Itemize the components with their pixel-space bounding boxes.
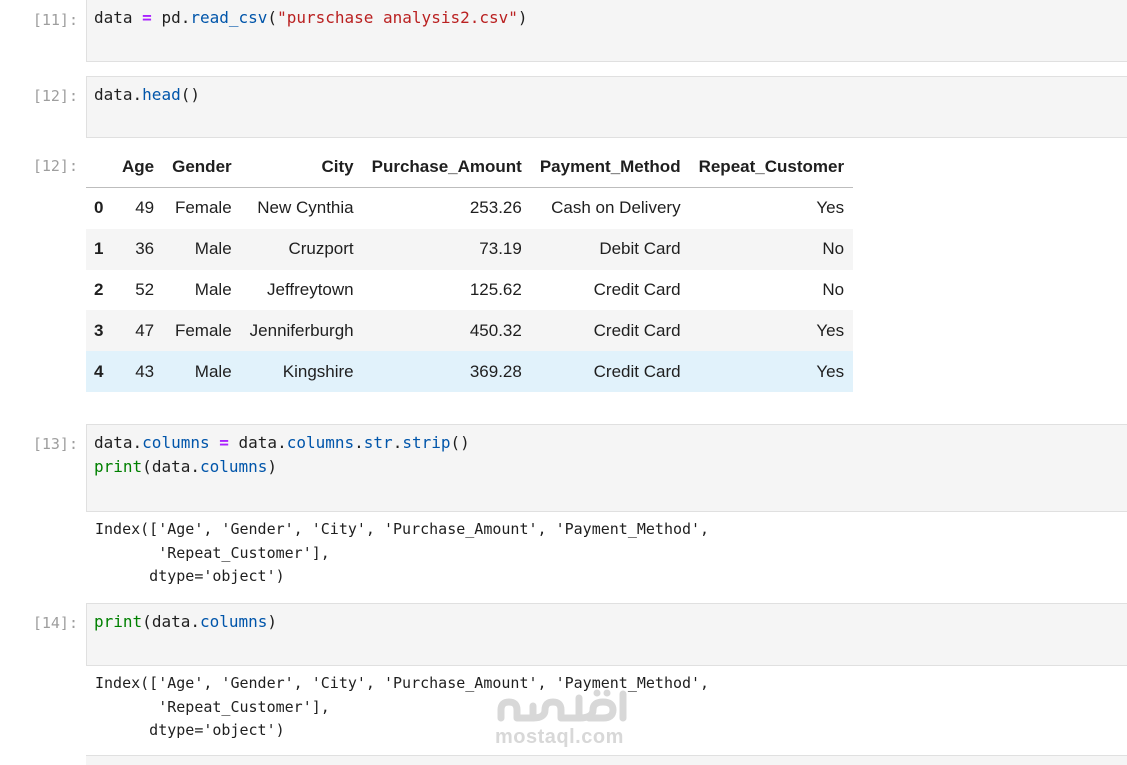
cell-repeat-customer: Yes [816,198,845,218]
row-index: 1 [94,239,104,259]
cell-age: 49 [135,198,155,218]
code-cell-13[interactable]: data.columns = data.columns.str.strip() … [86,424,1127,512]
output-line: 'Repeat_Customer'], [95,543,330,562]
code-line: print(data.columns) [94,612,278,631]
code-token-function: head [142,85,181,104]
code-token-var: data [151,457,191,476]
cell-payment-method: Credit Card [593,279,681,299]
table-row: 3 47 Female Jenniferburgh 450.32 Credit … [86,310,854,352]
cell-repeat-customer: Yes [816,361,845,381]
table-row: 0 49 Female New Cynthia 253.26 Cash on D… [86,187,854,229]
cell-age: 52 [135,279,155,299]
column-header-age: Age [113,147,164,188]
cell-city: Jenniferburgh [249,320,354,340]
output-prompt-12: [12]: [32,157,78,175]
cell-city: Kingshire [282,361,354,381]
code-cell-11[interactable]: data = pd.read_csv("purschase analysis2.… [86,0,1127,62]
code-line-2: print(data.columns) [94,457,278,476]
code-token-module: pd [161,8,181,27]
output-text-13: Index(['Age', 'Gender', 'City', 'Purchas… [95,518,709,589]
output-line: dtype='object') [95,567,285,585]
cell-prompt-11: [11]: [32,11,78,29]
code-token-builtin: print [94,457,143,476]
cell-city: Jeffreytown [267,279,354,299]
code-token-builtin: print [94,612,143,631]
column-header-payment-method: Payment_Method [530,147,690,188]
row-index: 4 [94,361,104,381]
cell-repeat-customer: No [822,279,845,299]
cell-gender: Female [174,320,232,340]
cell-gender: Male [194,361,232,381]
column-header-repeat-customer: Repeat_Customer [689,147,854,188]
column-header-index [86,147,113,188]
table-header-row: Age Gender City Purchase_Amount Payment_… [86,147,854,188]
cell-prompt-14: [14]: [32,614,78,632]
output-line: Index(['Age', 'Gender', 'City', 'Purchas… [95,674,710,692]
output-text-14: Index(['Age', 'Gender', 'City', 'Purchas… [95,672,709,743]
cell-age: 47 [135,320,155,340]
code-cell-12[interactable]: data.head() [86,76,1127,138]
code-token-attr: columns [142,433,210,452]
table-row: 1 36 Male Cruzport 73.19 Debit Card No [86,228,854,270]
code-token-function: strip [402,433,451,452]
table-row: 2 52 Male Jeffreytown 125.62 Credit Card… [86,269,854,311]
cell-purchase-amount: 369.28 [469,361,522,381]
next-code-cell[interactable] [86,755,1127,765]
code-token-string: "purschase analysis2.csv" [277,8,518,27]
cell-purchase-amount: 125.62 [469,279,522,299]
code-line: data.head() [94,85,200,104]
output-line: Index(['Age', 'Gender', 'City', 'Purchas… [95,520,710,538]
cell-payment-method: Cash on Delivery [551,198,681,218]
cell-gender: Female [174,198,232,218]
column-header-city: City [240,147,363,188]
cell-payment-method: Debit Card [599,239,681,259]
cell-city: Cruzport [288,239,354,259]
cell-city: New Cynthia [257,198,354,218]
row-index: 0 [94,198,104,218]
column-header-gender: Gender [163,147,241,188]
cell-payment-method: Credit Card [593,361,681,381]
code-cell-14[interactable]: print(data.columns) [86,603,1127,666]
cell-age: 43 [135,361,155,381]
column-header-purchase-amount: Purchase_Amount [362,147,531,188]
code-line-1: data.columns = data.columns.str.strip() [94,433,470,452]
code-token-var: data [94,85,133,104]
row-index: 3 [94,320,104,340]
code-token-op: = [142,8,152,27]
cell-prompt-13: [13]: [32,435,78,453]
code-token-op: = [219,433,229,452]
code-line: data = pd.read_csv("purschase analysis2.… [94,8,528,27]
code-token-function: read_csv [190,8,268,27]
code-token-attr: columns [286,433,355,452]
output-line: 'Repeat_Customer'], [95,697,330,716]
code-token-var: data [94,8,133,27]
cell-purchase-amount: 450.32 [469,320,522,340]
table-row-hovered: 4 43 Male Kingshire 369.28 Credit Card Y… [86,351,854,392]
code-token-var: data [94,433,133,452]
cell-gender: Male [194,239,232,259]
cell-purchase-amount: 73.19 [479,239,522,259]
code-token-attr: columns [199,612,268,631]
code-token-attr: columns [199,457,268,476]
dataframe-table: Age Gender City Purchase_Amount Payment_… [86,147,854,392]
cell-repeat-customer: No [822,239,845,259]
row-index: 2 [94,279,104,299]
cell-repeat-customer: Yes [816,320,845,340]
code-token-attr: str [363,433,393,452]
cell-prompt-12: [12]: [32,87,78,105]
cell-purchase-amount: 253.26 [469,198,522,218]
code-block: data.columns = data.columns.str.strip() … [94,431,470,479]
cell-age: 36 [135,239,155,259]
output-line: dtype='object') [95,721,285,739]
cell-payment-method: Credit Card [593,320,681,340]
cell-gender: Male [194,279,232,299]
code-token-var: data [151,612,191,631]
code-token-var: data [238,433,278,452]
